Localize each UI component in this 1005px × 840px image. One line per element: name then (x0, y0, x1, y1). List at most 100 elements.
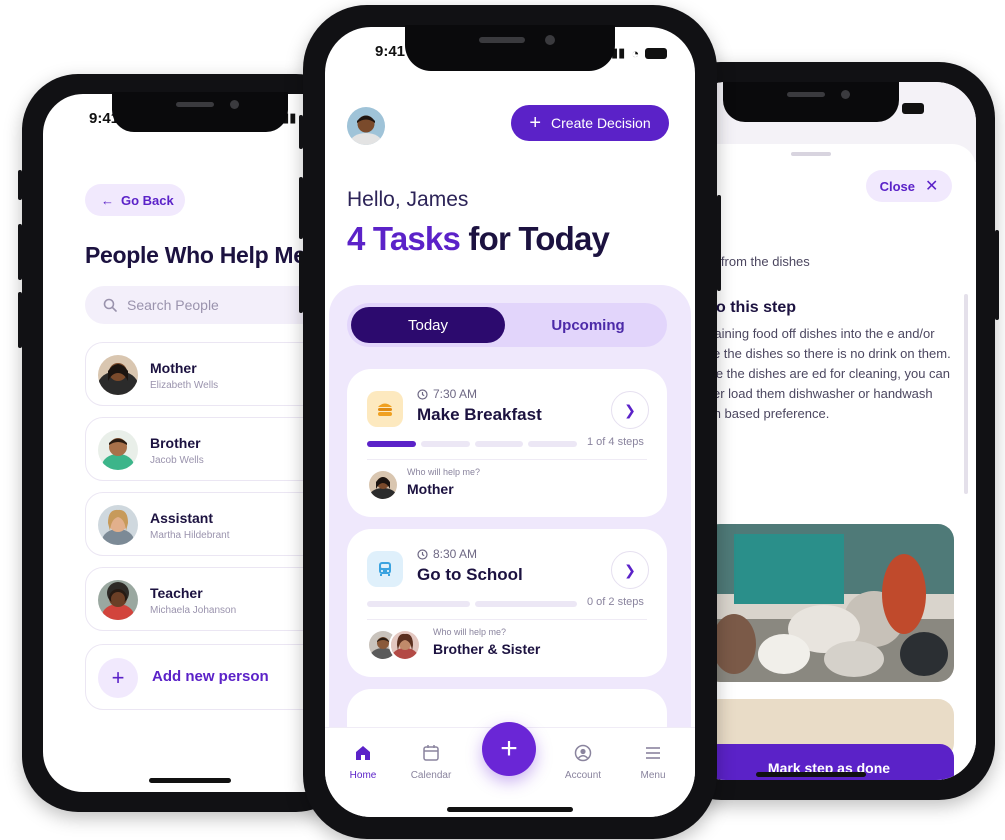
tab-upcoming[interactable]: Upcoming (513, 307, 663, 343)
tab-menu[interactable]: Menu (623, 744, 683, 781)
side-button (18, 170, 22, 200)
side-button (299, 251, 303, 313)
speaker (176, 102, 214, 107)
helper-name: Mother (407, 481, 454, 497)
task-card[interactable]: 8:30 AM Go to School ❯ 0 of 2 steps Who … (347, 529, 667, 677)
side-button (18, 292, 22, 348)
status-time: 9:41 (375, 43, 406, 60)
add-person-button[interactable]: + Add new person (85, 644, 335, 710)
speaker (479, 37, 525, 43)
close-label: Close (879, 178, 915, 194)
plus-icon: + (98, 658, 138, 698)
close-icon: ✕ (925, 178, 939, 195)
tab-label: Account (564, 770, 602, 781)
chevron-right-icon[interactable]: ❯ (611, 391, 649, 429)
helper-caption: Who will help me? (433, 627, 507, 637)
person-subtitle: Martha Hildebrant (150, 530, 230, 541)
person-item[interactable]: Mother Elizabeth Wells (85, 342, 335, 406)
greeting: Hello, James (347, 188, 469, 211)
center-phone: 9:41 ▮▮ ◔ + Create Decision Hello, James… (299, 5, 721, 839)
helper-avatar (389, 629, 421, 661)
steps-count: 1 of 4 steps (587, 436, 644, 448)
person-name: Assistant (150, 510, 214, 526)
search-placeholder: Search People (127, 297, 219, 313)
notch (723, 82, 899, 122)
helper-name: Brother & Sister (433, 641, 541, 657)
person-subtitle: Elizabeth Wells (150, 380, 219, 391)
bottom-sheet: 1 Close ✕ tle food from the dishes o do … (686, 144, 976, 780)
tasks-count: 4 Tasks (347, 220, 461, 257)
burger-icon (367, 391, 403, 427)
person-item[interactable]: Assistant Martha Hildebrant (85, 492, 335, 556)
dishes-photo (704, 524, 954, 682)
close-button[interactable]: Close ✕ (866, 170, 952, 202)
battery-icon (645, 47, 668, 59)
task-title: Make Breakfast (417, 405, 542, 424)
tasks-heading: 4 Tasks for Today (347, 220, 610, 258)
side-button (717, 195, 721, 291)
add-task-button[interactable]: + (482, 722, 536, 776)
progress-bar (367, 601, 577, 607)
profile-avatar[interactable] (347, 107, 385, 145)
step-detail-screen: ▮▮ ◔ 1 Close ✕ tle food from the dishes … (686, 82, 976, 780)
side-button (18, 224, 22, 280)
task-time: 8:30 AM (417, 547, 477, 561)
person-item[interactable]: Teacher Michaela Johanson (85, 567, 335, 631)
status-icons: ▮▮ ◔ (611, 45, 668, 61)
battery-icon (902, 102, 925, 114)
side-button (299, 177, 303, 239)
menu-icon (646, 747, 660, 759)
tab-today[interactable]: Today (351, 307, 505, 343)
add-person-label: Add new person (152, 668, 269, 685)
person-item[interactable]: Brother Jacob Wells (85, 417, 335, 481)
search-icon (103, 298, 117, 312)
steps-count: 0 of 2 steps (587, 596, 644, 608)
arrow-left-icon: ← (101, 192, 114, 208)
chevron-right-icon[interactable]: ❯ (611, 551, 649, 589)
plus-icon: + (529, 111, 542, 134)
scrollbar[interactable] (964, 294, 968, 494)
home-screen: 9:41 ▮▮ ◔ + Create Decision Hello, James… (325, 27, 695, 817)
create-decision-label: Create Decision (551, 115, 651, 131)
task-card[interactable]: 7:30 AM Make Breakfast ❯ 1 of 4 steps Wh… (347, 369, 667, 517)
tab-home[interactable]: Home (333, 744, 393, 781)
person-name: Mother (150, 360, 197, 376)
notch (405, 25, 615, 71)
progress-bar (367, 441, 577, 447)
search-input[interactable]: Search People (85, 286, 335, 324)
person-name: Brother (150, 435, 201, 451)
avatar (98, 505, 138, 545)
person-name: Teacher (150, 585, 203, 601)
camera (841, 90, 850, 99)
avatar (98, 430, 138, 470)
speaker (787, 92, 825, 97)
sheet-grabber[interactable] (791, 152, 831, 156)
progress-segment (367, 601, 470, 607)
wifi-icon: ◔ (631, 45, 640, 61)
tab-account[interactable]: Account (553, 744, 613, 781)
helper-avatar (367, 469, 399, 501)
helper-caption: Who will help me? (407, 467, 481, 477)
task-time: 7:30 AM (417, 387, 477, 401)
segmented-control: Today Upcoming (347, 303, 667, 347)
notch (112, 92, 288, 132)
bus-icon (367, 551, 403, 587)
camera (230, 100, 239, 109)
clock-icon (417, 548, 428, 560)
person-subtitle: Michaela Johanson (150, 605, 237, 616)
avatar (98, 580, 138, 620)
task-time-label: 8:30 AM (433, 547, 478, 561)
account-icon (574, 744, 592, 762)
go-back-label: Go Back (121, 192, 174, 208)
people-screen: 9:41 ▮▮▮ ← Go Back People Who Help Me Se… (43, 94, 343, 792)
avatar (98, 355, 138, 395)
go-back-button[interactable]: ← Go Back (85, 184, 185, 216)
page-title: People Who Help Me (85, 242, 306, 268)
tab-label: Menu (640, 770, 666, 781)
tasks-suffix: for Today (460, 220, 610, 257)
task-title: Go to School (417, 565, 523, 584)
create-decision-button[interactable]: + Create Decision (511, 105, 669, 141)
tab-calendar[interactable]: Calendar (401, 744, 461, 781)
divider (367, 619, 647, 620)
task-time-label: 7:30 AM (433, 387, 478, 401)
